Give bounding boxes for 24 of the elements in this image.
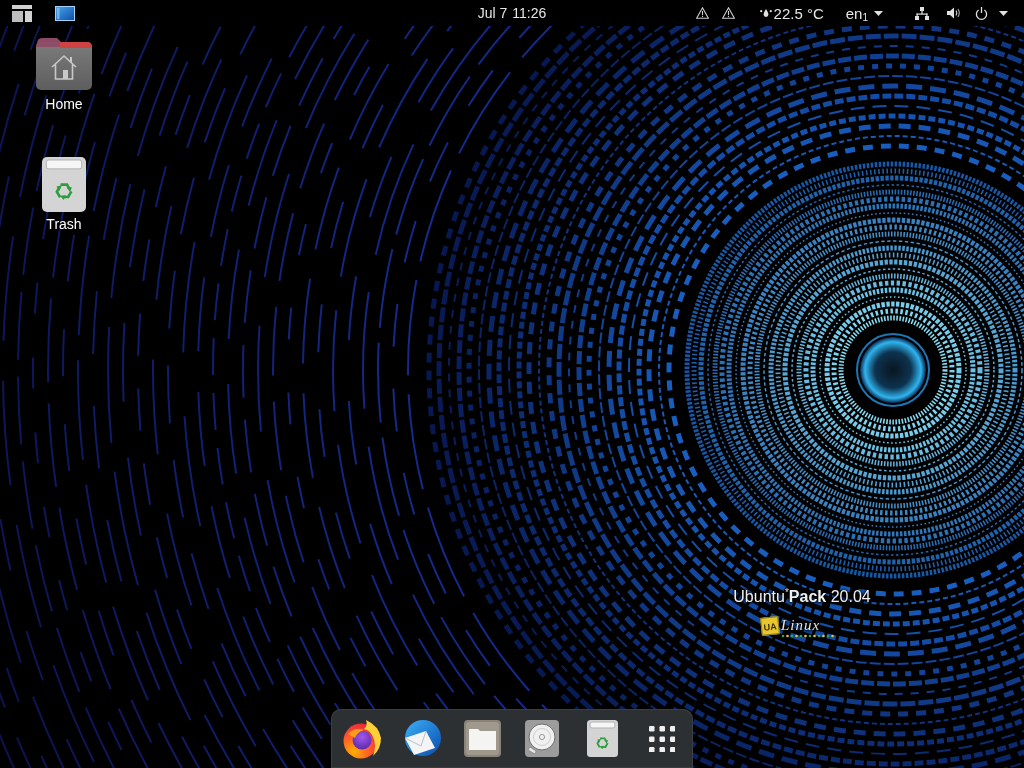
warning-icon[interactable]	[695, 7, 709, 19]
caret-icon	[874, 10, 883, 16]
trash-icon[interactable]	[586, 720, 618, 757]
caret-icon	[999, 10, 1008, 16]
mail-app-icon[interactable]	[402, 718, 442, 759]
keyboard-layout-button[interactable]: en$_{1}$	[845, 2, 883, 24]
network-icon	[915, 6, 929, 20]
water-drop-icon	[759, 8, 772, 18]
home-folder-icon	[36, 38, 92, 90]
power-icon	[975, 6, 988, 20]
logo-badge: UA	[760, 616, 780, 636]
volume-icon	[947, 7, 961, 19]
desktop-shortcut[interactable]: Home	[19, 34, 109, 116]
warning-icon[interactable]	[721, 7, 735, 19]
weather-indicator[interactable]: 22.5 °C	[759, 2, 824, 24]
trash-icon	[42, 156, 86, 212]
clock-button[interactable]: Jul 7 11:26	[477, 2, 547, 24]
app-grid-icon[interactable]	[649, 725, 675, 752]
dot-row-icon	[781, 634, 835, 638]
desktop-shortcut[interactable]: Trash	[19, 154, 109, 236]
screen-icon[interactable]	[55, 5, 75, 21]
folder-icon[interactable]	[463, 720, 501, 757]
web-browser-icon[interactable]	[342, 718, 382, 759]
window-layout-icon[interactable]	[12, 4, 32, 22]
